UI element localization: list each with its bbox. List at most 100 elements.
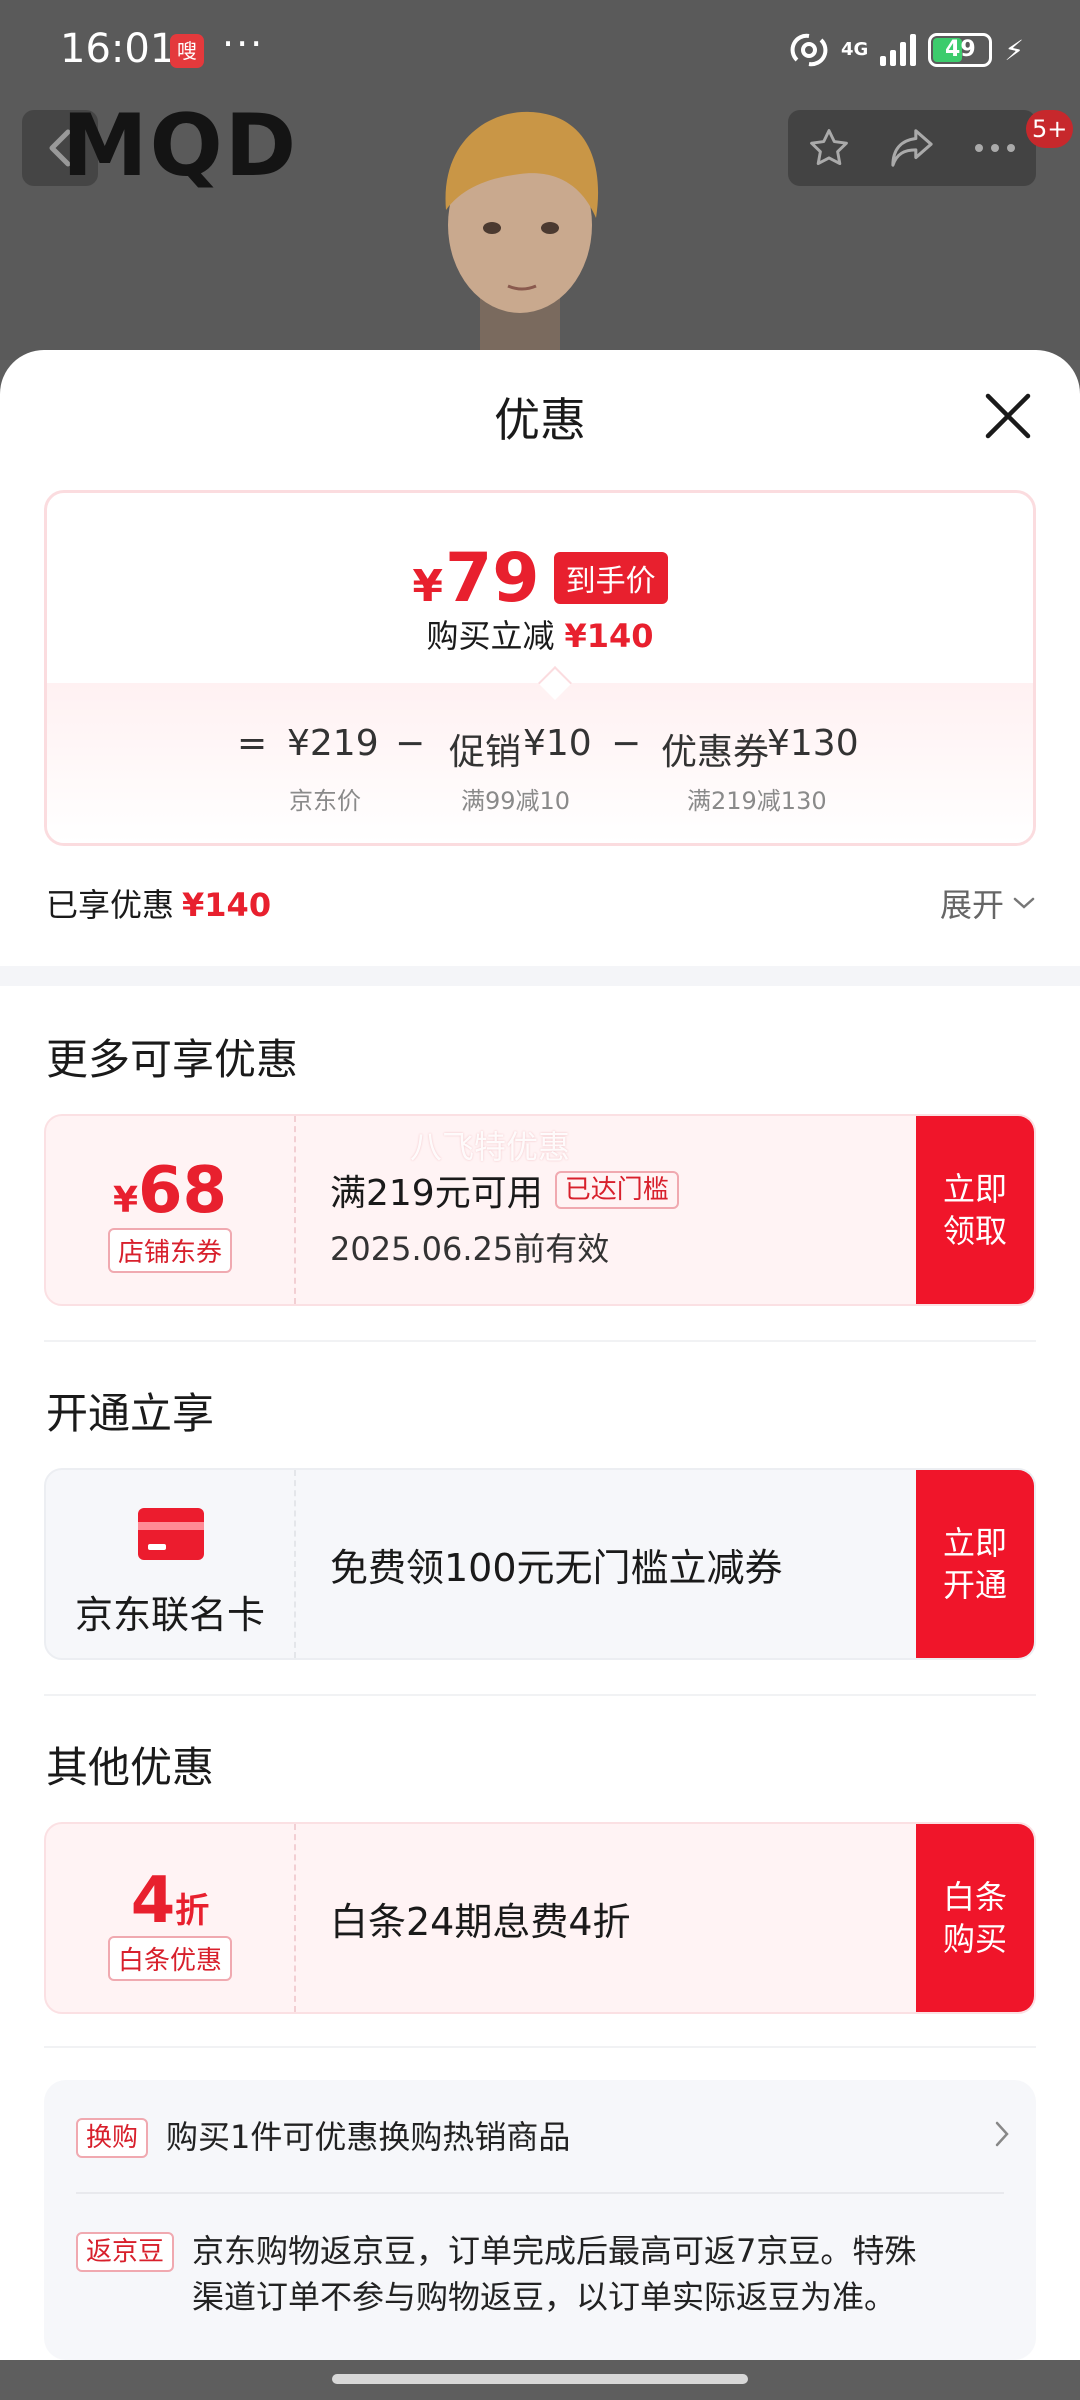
favorite-button[interactable] [799, 118, 859, 178]
brand-logo: MQD [62, 96, 299, 196]
card-offer-description: 免费领100元无门槛立减券 [330, 1545, 783, 1590]
coupon-currency: ¥ [112, 1180, 138, 1221]
coupon-condition: 满219元可用 [330, 1173, 543, 1214]
expand-button[interactable]: 展开 [940, 880, 1036, 926]
coupon-value-area: ¥68 店铺东券 [46, 1116, 296, 1304]
message-count-badge[interactable]: 5+ [1026, 110, 1074, 148]
beans-text-line1: 京东购物返京豆，订单完成后最高可返7京豆。特殊 [192, 2232, 917, 2270]
divider [44, 2046, 1036, 2048]
beans-text: 京东购物返京豆，订单完成后最高可返7京豆。特殊 渠道订单不参与购物返豆，以订单实… [192, 2228, 916, 2320]
equals-sign: = [237, 723, 268, 764]
promo-amount: ¥10 [523, 723, 592, 764]
baitiao-buy-button[interactable]: 白条 购买 [916, 1824, 1034, 2012]
more-icon [974, 144, 1015, 152]
claim-button-line2: 领取 [942, 1212, 1007, 1250]
section-title-other-offers: 其他优惠 [46, 1743, 215, 1792]
status-time: 16:01 [60, 26, 176, 72]
baitiao-button-line2: 购买 [942, 1920, 1007, 1958]
purchase-reduction: 购买立减 ¥140 [47, 611, 1033, 657]
chevron-right-icon[interactable] [994, 2120, 1010, 2148]
discount-sheet: 优惠 ¥ 79 到手价 购买立减 ¥140 = ¥219 京东价 − 促销 ¥10… [0, 350, 1080, 2360]
divider [44, 1340, 1036, 1342]
share-icon [891, 129, 933, 167]
cobrand-card-offer: 京东联名卡 免费领100元无门槛立减券 立即 开通 [44, 1468, 1036, 1660]
reduction-label: 购买立减 [426, 617, 555, 655]
share-button[interactable] [882, 118, 942, 178]
reduction-amount: ¥140 [564, 617, 654, 655]
final-price-row: ¥ 79 到手价 [47, 539, 1033, 618]
section-title-open-enjoy: 开通立享 [46, 1389, 215, 1438]
baitiao-value-area: 4折 白条优惠 [46, 1824, 296, 2012]
price-breakdown-card: ¥ 79 到手价 购买立减 ¥140 = ¥219 京东价 − 促销 ¥10 满9… [44, 490, 1036, 846]
coupon-label: 优惠券 [661, 732, 770, 773]
card-area: 京东联名卡 [46, 1470, 296, 1658]
background-page: 16:01 嗖 ··· 4G 49 ⚡ MQD 5+ [0, 0, 1080, 360]
enjoyed-discount: 已享优惠 ¥140 [46, 880, 271, 926]
final-price-currency: ¥ [412, 561, 443, 612]
claim-button-line1: 立即 [942, 1170, 1007, 1208]
beans-tag: 返京豆 [76, 2232, 175, 2272]
jd-price: ¥219 [287, 723, 379, 764]
star-icon [810, 129, 849, 166]
coupon-amount-value: 68 [138, 1154, 228, 1228]
battery-icon: 49 [928, 33, 993, 67]
divider [76, 2192, 1004, 2194]
coupon-type-tag: 店铺东券 [108, 1228, 233, 1273]
credit-card-icon [138, 1508, 204, 1560]
signal-icon [880, 34, 917, 66]
final-price: 79 [444, 539, 540, 618]
navigation-bar [0, 2360, 1080, 2400]
battery-level: 49 [945, 37, 976, 62]
baitiao-offer-card: 4折 白条优惠 白条24期息费4折 白条 购买 [44, 1822, 1036, 2014]
card-name: 京东联名卡 [74, 1593, 265, 1637]
beans-text-line2: 渠道订单不参与购物返豆，以订单实际返豆为准。 [192, 2278, 897, 2316]
baitiao-description: 白条24期息费4折 [330, 1899, 631, 1944]
baitiao-button-line1: 白条 [942, 1878, 1007, 1916]
jd-price-label: 京东价 [289, 787, 361, 815]
status-bar: 16:01 嗖 ··· 4G 49 ⚡ [0, 0, 1080, 100]
section-title-more-offers: 更多可享优惠 [46, 1035, 299, 1084]
baitiao-discount-value: 4 [130, 1864, 176, 1938]
open-button-line2: 开通 [942, 1566, 1007, 1604]
open-button-line1: 立即 [942, 1524, 1007, 1562]
top-action-group [788, 110, 1036, 186]
open-card-button[interactable]: 立即 开通 [916, 1470, 1034, 1658]
jd-beans-row: 返京豆 京东购物返京豆，订单完成后最高可返7京豆。特殊 渠道订单不参与购物返豆，… [76, 2228, 1004, 2328]
section-divider [0, 966, 1080, 986]
baitiao-discount-unit: 折 [175, 1891, 210, 1931]
minus-sign: − [611, 723, 642, 764]
enjoyed-amount: ¥140 [182, 886, 272, 924]
close-icon [985, 393, 1031, 439]
card-offer-details: 免费领100元无门槛立减券 [296, 1470, 916, 1658]
charging-icon: ⚡ [1004, 33, 1024, 67]
close-button[interactable] [980, 388, 1036, 444]
price-formula: = ¥219 京东价 − 促销 ¥10 满99减10 − 优惠券 ¥130 满2… [47, 723, 1033, 815]
swap-purchase-row[interactable]: 换购 购买1件可优惠换购热销商品 [76, 2114, 1004, 2164]
divider [44, 1694, 1036, 1696]
coupon-details: 满219元可用 已达门槛 2025.06.25前有效 [296, 1116, 916, 1304]
hotspot-icon [790, 33, 828, 67]
product-model-image [445, 111, 599, 360]
more-button[interactable] [965, 118, 1025, 178]
extra-benefits-box: 换购 购买1件可优惠换购热销商品 返京豆 京东购物返京豆，订单完成后最高可返7京… [44, 2080, 1036, 2360]
final-price-tag: 到手价 [553, 552, 668, 604]
claim-coupon-button[interactable]: 立即 领取 [916, 1116, 1034, 1304]
baitiao-tag: 白条优惠 [108, 1936, 233, 1981]
coupon-validity: 2025.06.25前有效 [330, 1230, 610, 1268]
shop-coupon-card: ¥68 店铺东券 满219元可用 已达门槛 2025.06.25前有效 立即 领… [44, 1114, 1036, 1306]
coupon-rule: 满219减130 [687, 787, 827, 815]
expand-label: 展开 [939, 886, 1004, 924]
baitiao-discount: 4折 [46, 1864, 294, 1938]
network-type: 4G [841, 39, 869, 60]
swap-text: 购买1件可优惠换购热销商品 [166, 2118, 571, 2156]
sheet-title: 优惠 [494, 393, 586, 447]
baitiao-details: 白条24期息费4折 [296, 1824, 916, 2012]
coupon-value: ¥68 [46, 1154, 294, 1228]
promo-label: 促销 [449, 732, 522, 773]
swap-tag: 换购 [76, 2118, 149, 2158]
more-notifications-icon: ··· [222, 22, 265, 66]
chevron-down-icon [1013, 897, 1035, 909]
threshold-reached-pill: 已达门槛 [554, 1171, 679, 1209]
home-indicator[interactable] [332, 2374, 748, 2384]
coupon-amount: ¥130 [767, 723, 859, 764]
